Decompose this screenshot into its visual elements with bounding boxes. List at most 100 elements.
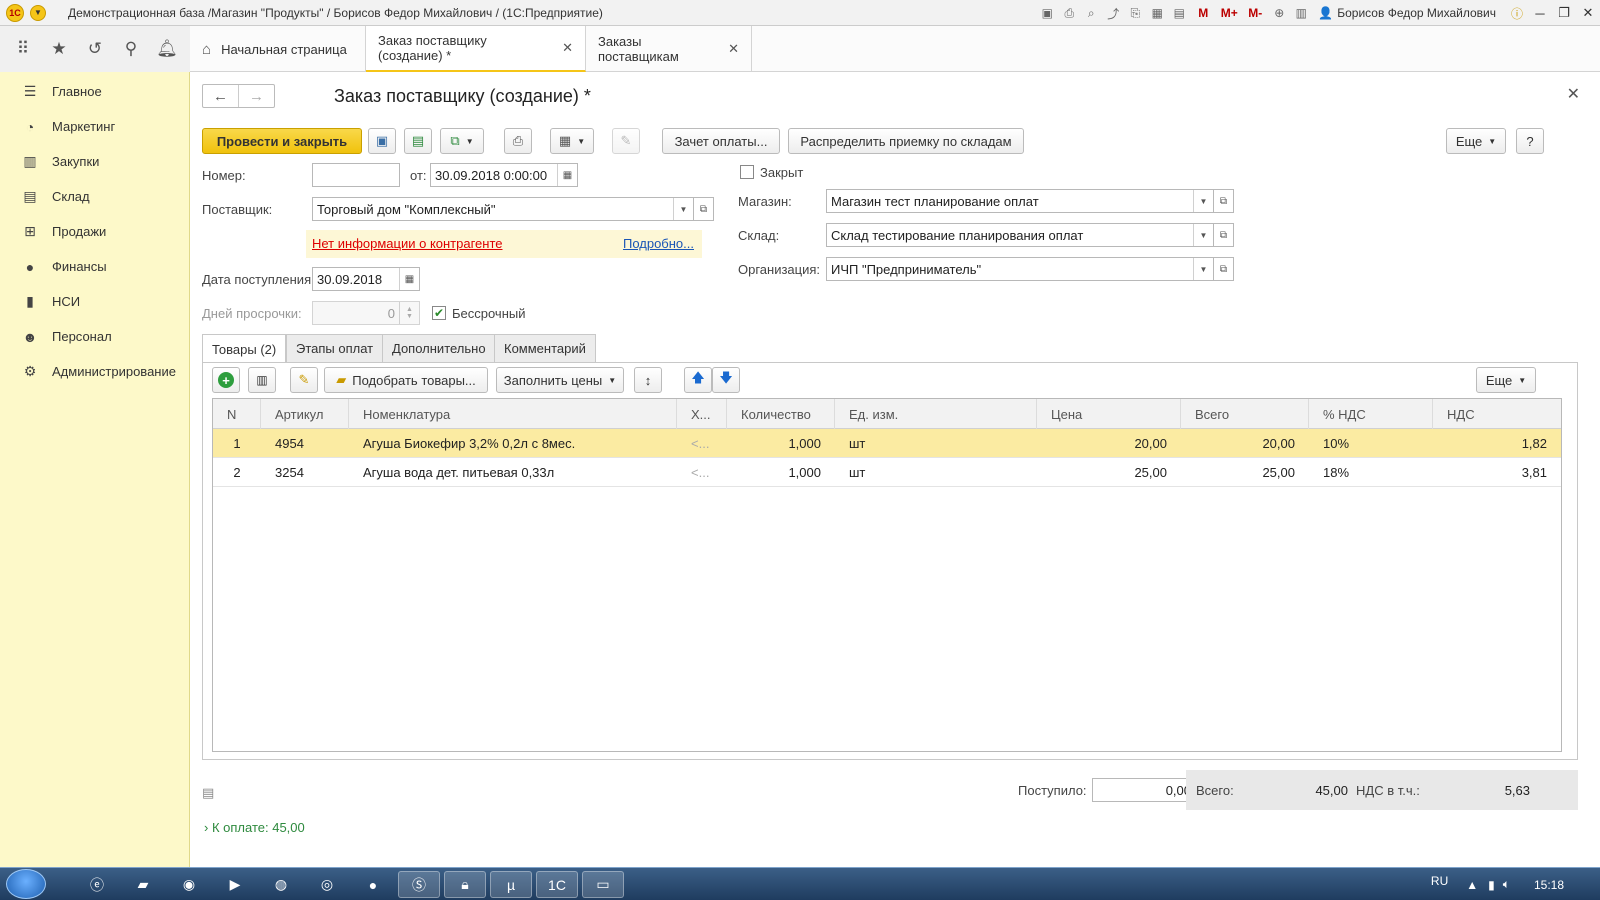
column-header-price[interactable]: Цена bbox=[1037, 399, 1181, 429]
calendar-icon[interactable]: ▦ bbox=[557, 164, 577, 186]
tab-order-create[interactable]: Заказ поставщику (создание) * ✕ bbox=[366, 26, 586, 72]
help-button[interactable]: ? bbox=[1516, 128, 1544, 154]
open-supplier-icon[interactable]: ⧉ bbox=[694, 197, 714, 221]
unlimited-checkbox[interactable]: ✔ bbox=[432, 306, 446, 320]
fill-prices-button[interactable]: Заполнить цены ▼ bbox=[496, 367, 624, 393]
reports-button[interactable]: ▦ ▼ bbox=[550, 128, 594, 154]
restore-button[interactable]: ❐ bbox=[1552, 3, 1576, 23]
explorer-icon[interactable]: ▰ bbox=[122, 871, 164, 898]
add-row-button[interactable]: + bbox=[212, 367, 240, 393]
back-arrow-icon[interactable]: ← bbox=[203, 85, 239, 107]
column-header-characteristic[interactable]: Х... bbox=[677, 399, 727, 429]
tray-arrow-icon[interactable]: ▲ bbox=[1466, 878, 1478, 892]
arrival-date-field[interactable]: 30.09.2018 ▦ bbox=[312, 267, 420, 291]
edit-rows-button[interactable]: ✎ bbox=[290, 367, 318, 393]
search-icon[interactable]: ⚲ bbox=[122, 39, 140, 58]
print-icon[interactable]: ⎙ bbox=[1060, 5, 1078, 21]
chevron-down-icon[interactable]: ▼ bbox=[1193, 190, 1213, 212]
info-icon[interactable]: ⓘ bbox=[1508, 5, 1526, 21]
tab-home[interactable]: ⌂ Начальная страница bbox=[190, 26, 366, 72]
distribute-receipt-button[interactable]: Распределить приемку по складам bbox=[788, 128, 1024, 154]
memory-minus-button[interactable]: M- bbox=[1246, 5, 1264, 21]
pick-goods-button[interactable]: ▰ Подобрать товары... bbox=[324, 367, 488, 393]
open-warehouse-icon[interactable]: ⧉ bbox=[1214, 223, 1234, 247]
table-row[interactable]: 2 3254 Агуша вода дет. питьевая 0,33л <.… bbox=[213, 458, 1561, 487]
column-header-unit[interactable]: Ед. изм. bbox=[835, 399, 1037, 429]
move-up-button[interactable]: 🡅 bbox=[684, 367, 712, 393]
sidebar-item-personnel[interactable]: ☻ Персонал bbox=[0, 319, 189, 354]
copy-icon[interactable]: ⎘ bbox=[1126, 5, 1144, 21]
post-button[interactable]: ▤ bbox=[404, 128, 432, 154]
notifications-bell-icon[interactable]: 🔔︎ bbox=[156, 39, 178, 58]
more-actions-button[interactable]: Еще ▼ bbox=[1446, 128, 1506, 154]
chevron-down-icon[interactable]: ▼ bbox=[673, 198, 693, 220]
app-icon[interactable]: ◉ bbox=[168, 871, 210, 898]
comment-icon[interactable]: ▤ bbox=[202, 785, 214, 801]
supplier-field[interactable]: Торговый дом "Комплексный" ▼ bbox=[312, 197, 694, 221]
column-header-vat[interactable]: НДС bbox=[1433, 399, 1561, 429]
calculator-icon[interactable]: ▦ bbox=[1148, 5, 1166, 21]
sidebar-item-warehouse[interactable]: ▤ Склад bbox=[0, 179, 189, 214]
chevron-down-icon[interactable]: ▼ bbox=[1193, 258, 1213, 280]
1c-icon[interactable]: 1С bbox=[536, 871, 578, 898]
memory-plus-button[interactable]: M+ bbox=[1220, 5, 1238, 21]
start-button[interactable] bbox=[6, 869, 46, 899]
open-organization-icon[interactable]: ⧉ bbox=[1214, 257, 1234, 281]
column-header-nomenclature[interactable]: Номенклатура bbox=[349, 399, 677, 429]
expand-rows-button[interactable]: ↕ bbox=[634, 367, 662, 393]
lock-icon[interactable]: 🔒︎ bbox=[444, 871, 486, 898]
network-icon[interactable]: ▮ bbox=[1488, 878, 1495, 892]
torrent-icon[interactable]: µ bbox=[490, 871, 532, 898]
tab-comment[interactable]: Комментарий bbox=[494, 334, 596, 362]
barcode-button[interactable]: ▥ bbox=[248, 367, 276, 393]
print-button[interactable]: ⎙ bbox=[504, 128, 532, 154]
warehouse-field[interactable]: Склад тестирование планирования оплат ▼ bbox=[826, 223, 1214, 247]
open-store-icon[interactable]: ⧉ bbox=[1214, 189, 1234, 213]
post-and-close-button[interactable]: Провести и закрыть bbox=[202, 128, 362, 154]
payment-offset-button[interactable]: Зачет оплаты... bbox=[662, 128, 780, 154]
main-menu-icon[interactable]: ▼ bbox=[30, 4, 46, 21]
calendar-icon[interactable]: ▤ bbox=[1170, 5, 1188, 21]
skype-icon[interactable]: Ⓢ bbox=[398, 871, 440, 898]
forward-arrow-icon[interactable]: → bbox=[239, 85, 274, 107]
close-window-button[interactable]: ✕ bbox=[1576, 3, 1600, 23]
media-icon[interactable]: ▶ bbox=[214, 871, 256, 898]
store-field[interactable]: Магазин тест планирование оплат ▼ bbox=[826, 189, 1214, 213]
table-row[interactable]: 1 4954 Агуша Биокефир 3,2% 0,2л с 8мес. … bbox=[213, 429, 1561, 458]
column-header-article[interactable]: Артикул bbox=[261, 399, 349, 429]
save-icon[interactable]: ▣ bbox=[1038, 5, 1056, 21]
close-form-icon[interactable]: ✕ bbox=[1567, 84, 1580, 104]
edit-button[interactable]: ✎ bbox=[612, 128, 640, 154]
tab-payment-stages[interactable]: Этапы оплат bbox=[286, 334, 384, 362]
sidebar-item-finance[interactable]: ● Финансы bbox=[0, 249, 189, 284]
close-tab-icon[interactable]: ✕ bbox=[728, 41, 739, 57]
create-based-on-button[interactable]: ⧉ ▼ bbox=[440, 128, 484, 154]
current-user[interactable]: 👤 Борисов Федор Михайлович bbox=[1318, 6, 1496, 20]
apps-grid-icon[interactable]: ⠿ bbox=[14, 39, 32, 58]
panels-icon[interactable]: ▥ bbox=[1292, 5, 1310, 21]
received-field[interactable]: 0,00 bbox=[1092, 778, 1198, 802]
calendar-icon[interactable]: ▦ bbox=[399, 268, 419, 290]
to-pay-link[interactable]: › К оплате: 45,00 bbox=[204, 820, 305, 835]
goods-more-button[interactable]: Еще ▼ bbox=[1476, 367, 1536, 393]
window-icon[interactable]: ▭ bbox=[582, 871, 624, 898]
tab-orders-list[interactable]: Заказы поставщикам ✕ bbox=[586, 26, 752, 72]
spinner-icon[interactable]: ▲ ▼ bbox=[399, 302, 419, 324]
organization-field[interactable]: ИЧП "Предприниматель" ▼ bbox=[826, 257, 1214, 281]
firefox-icon[interactable]: ◍ bbox=[260, 871, 302, 898]
column-header-quantity[interactable]: Количество bbox=[727, 399, 835, 429]
column-header-total[interactable]: Всего bbox=[1181, 399, 1309, 429]
closed-checkbox[interactable] bbox=[740, 165, 754, 179]
sidebar-item-nsi[interactable]: ▮ НСИ bbox=[0, 284, 189, 319]
favorites-star-icon[interactable]: ★ bbox=[50, 39, 68, 58]
close-tab-icon[interactable]: ✕ bbox=[562, 40, 573, 56]
column-header-vat-rate[interactable]: % НДС bbox=[1309, 399, 1433, 429]
preview-icon[interactable]: ⌕ bbox=[1082, 5, 1100, 21]
overdue-days-field[interactable]: 0 ▲ ▼ bbox=[312, 301, 420, 325]
history-icon[interactable]: ↺ bbox=[86, 39, 104, 58]
yandex-icon[interactable]: ● bbox=[352, 871, 394, 898]
sidebar-item-admin[interactable]: ⚙ Администрирование bbox=[0, 354, 189, 389]
sidebar-item-main[interactable]: ☰ Главное bbox=[0, 74, 189, 109]
warning-link[interactable]: Нет информации о контрагенте bbox=[312, 236, 503, 251]
move-down-button[interactable]: 🡇 bbox=[712, 367, 740, 393]
